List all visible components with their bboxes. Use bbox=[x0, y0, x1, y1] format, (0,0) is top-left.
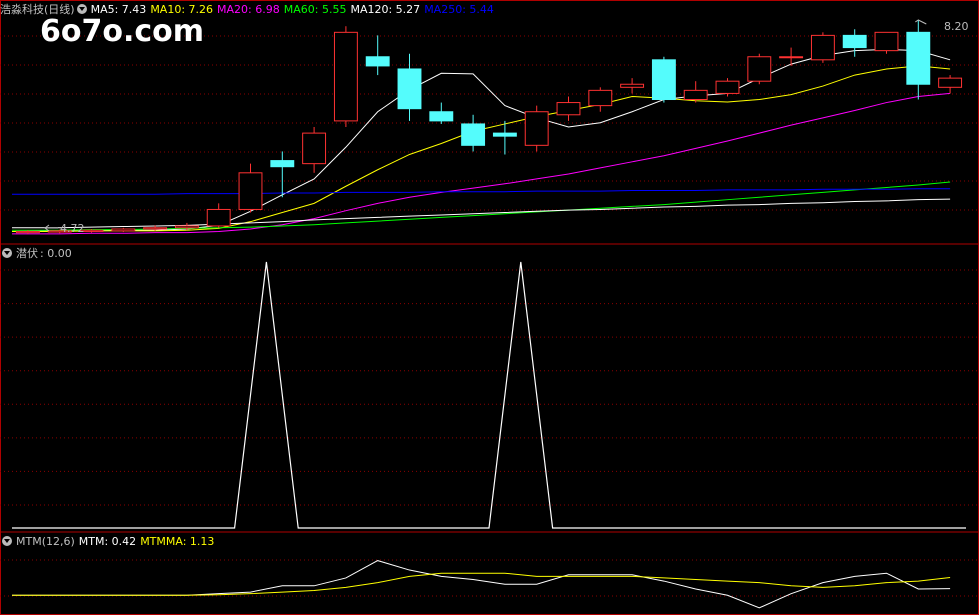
ma-indicator-label: MA20: 6.98 bbox=[217, 3, 280, 16]
mtm-label: MTM: 0.42 bbox=[78, 535, 137, 548]
candle-body bbox=[715, 80, 740, 94]
candle-body bbox=[842, 34, 867, 49]
watermark: 6o7o.com bbox=[40, 14, 205, 49]
high-price-label: 8.20 bbox=[944, 20, 969, 33]
candle-body bbox=[174, 225, 199, 229]
mtm-line bbox=[12, 560, 951, 609]
candle-body bbox=[683, 89, 708, 101]
sub1-header: 潜伏: 0.00 bbox=[0, 246, 76, 262]
candle-body bbox=[906, 31, 931, 85]
ma-indicator-label: MA250: 5.44 bbox=[424, 3, 494, 16]
candle-body bbox=[588, 89, 613, 107]
candle-body bbox=[15, 230, 40, 234]
candle-body bbox=[397, 68, 422, 110]
ma-line bbox=[12, 92, 951, 235]
chart-canvas bbox=[0, 0, 979, 615]
sub2-title: MTM(12,6) bbox=[16, 535, 75, 548]
candle-body bbox=[651, 59, 676, 101]
candle-body bbox=[365, 56, 390, 67]
candle-body bbox=[143, 227, 168, 230]
candle-body bbox=[429, 111, 454, 122]
candle-body bbox=[111, 228, 136, 232]
high-marker-icon bbox=[915, 19, 927, 25]
candle-body bbox=[779, 56, 804, 59]
candle-body bbox=[874, 31, 899, 52]
candle-body bbox=[747, 56, 772, 82]
sub1-value: : 0.00 bbox=[40, 247, 72, 260]
candle-body bbox=[938, 77, 963, 88]
candle-body bbox=[556, 102, 581, 116]
candle-body bbox=[492, 132, 517, 137]
candle-body bbox=[810, 34, 835, 61]
candle-body bbox=[206, 208, 231, 227]
ma-indicator-label: MA120: 5.27 bbox=[350, 3, 421, 16]
dropdown-icon[interactable] bbox=[76, 4, 87, 14]
mtm-line bbox=[12, 572, 951, 596]
mtmma-label: MTMMA: 1.13 bbox=[140, 535, 215, 548]
low-price-label: 4.72 bbox=[60, 222, 85, 235]
dropdown-icon[interactable] bbox=[2, 248, 12, 258]
candle-body bbox=[620, 83, 645, 88]
sub2-header: MTM(12,6) MTM: 0.42 MTMMA: 1.13 bbox=[0, 534, 218, 550]
dropdown-icon[interactable] bbox=[2, 536, 12, 546]
ma-line bbox=[12, 65, 951, 232]
ma-line bbox=[12, 198, 951, 229]
candle-body bbox=[461, 123, 486, 146]
candle-body bbox=[270, 160, 295, 168]
candle-body bbox=[238, 172, 263, 210]
candle-body bbox=[333, 31, 358, 122]
sub1-title: 潜伏 bbox=[16, 247, 38, 260]
ma-indicator-label: MA60: 5.55 bbox=[283, 3, 347, 16]
candle-body bbox=[524, 111, 549, 146]
signal-line bbox=[12, 261, 966, 529]
candle-body bbox=[302, 132, 327, 165]
